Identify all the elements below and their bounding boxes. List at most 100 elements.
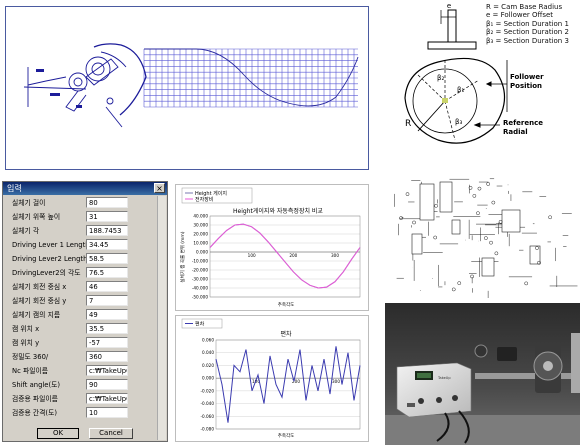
deviation-chart-svg: 편차 편차 추축각도 0.060 0.040 0.020 0.000 -0.020 -0.… [181,318,361,439]
r-label: R [405,119,411,129]
y-tick-label: 0.000 [202,376,214,381]
y-tick-label: 0.060 [202,338,214,343]
field-input[interactable]: 90 [86,379,128,390]
field-input[interactable]: 188.7453 [86,225,128,236]
x-tick-label: 300 [331,253,339,258]
follower-position-label: Follower Position [510,73,544,90]
field-input[interactable]: 58.5 [86,253,128,264]
device-photo-svg: TakeUp [385,303,580,445]
cam-legend: R = Cam Base Radius e = Follower Offset … [486,3,569,45]
ok-button[interactable]: OK [37,428,79,439]
y-tick-label: 0.000 [196,250,208,255]
chart2-xlabel: 추축각도 [278,432,295,439]
field-input[interactable]: 31 [86,211,128,222]
field-label: 정밀도 360/ [12,353,49,361]
field-input[interactable]: 46 [86,281,128,292]
field-row: 검증용 파일이름 c:₩TakeUpCam.log [3,393,163,405]
field-label: 실체기 회전 중심 x [12,283,67,291]
field-row: 실체기 회전 중심 x 46 [3,281,163,293]
cancel-button[interactable]: Cancel [89,428,133,439]
field-input[interactable]: c:₩TakeUpCam.nc [86,365,128,376]
field-input[interactable]: 10 [86,407,128,418]
field-input[interactable]: 7 [86,295,128,306]
field-row: Driving Lever2 Length 58.5 [3,253,163,265]
beta2-label: β₂ [437,74,444,82]
field-input[interactable]: 35.5 [86,323,128,334]
field-input[interactable]: 80 [86,197,128,208]
field-label: Nc 파일이름 [12,367,48,375]
field-label: 실체기 회전 중심 y [12,297,67,305]
field-row: 실체기 걸이 80 [3,197,163,209]
x-tick-label: 200 [289,253,297,258]
field-input[interactable]: c:₩TakeUpCam.log [86,393,128,404]
plot-area [215,339,361,430]
field-input[interactable]: 76.5 [86,267,128,278]
follower-stem [447,9,457,47]
legend-line-e: e = Follower Offset [486,11,554,20]
field-label: 캠 위치 x [12,325,40,333]
field-label: Driving Lever 1 Length [12,241,90,249]
field-label: Driving Lever2 Length [12,255,88,263]
beta1-label: β₁ [457,86,464,94]
dialog-titlebar[interactable]: 입력 × [3,182,167,195]
field-label: 실체기 걸이 [12,199,46,207]
field-label: 검증용 파일이름 [12,395,58,403]
deviation-chart: 편차 편차 추축각도 0.060 0.040 0.020 0.000 -0.020 -0.… [175,315,369,442]
cad-cam-profile-curve [144,48,359,107]
reference-radial-label: Reference Radial [503,119,544,136]
device-photo: TakeUp [385,303,580,445]
y-tick-label: -0.040 [201,401,215,406]
field-input[interactable]: 34.45 [86,239,128,250]
cad-grid [143,48,358,108]
field-input[interactable]: 49 [86,309,128,320]
series-line [215,346,361,423]
legend-line-beta2: β₂ = Section Duration 2 [486,28,569,37]
y-tick-label: -0.060 [201,414,215,419]
field-row: 실체기 캠의 지름 49 [3,309,163,321]
chart1-legend-series1: Height 게이지 [195,190,227,197]
field-label: 실체기 각 [12,227,40,235]
y-tick-label: -30.000 [192,277,208,282]
field-row: 정밀도 360/360 [3,351,163,363]
chart1-legend-series2: 전자장비 [195,196,213,203]
circuit-schematic [382,170,580,308]
dialog-scrollbar[interactable] [157,196,166,440]
controller-box [396,362,472,418]
y-tick-label: 20.000 [193,232,208,237]
chart1-ylabel: 실체기 캠 곡률 변위 (mm) [179,231,186,282]
y-tick-label: -10.000 [192,259,208,264]
dialog-title: 입력 [7,184,22,193]
comparison-chart: Height게이지와 자동측정장치 비교 Height 게이지 전자장비 실체기… [175,184,369,311]
chart1-title: Height게이지와 자동측정장치 비교 [233,207,323,215]
chart2-legend: 편차 [181,318,223,329]
y-tick-label: 10.000 [193,241,208,246]
field-row: 검증용 간격(도) 10 [3,407,163,419]
cam-diagram: e R β₁ β₂ β₃ R = Cam Base Radius e = Fol… [383,0,580,162]
cam-outline [404,57,506,144]
field-row: Nc 파일이름 c:₩TakeUpCam.nc [3,365,163,377]
y-tick-label: -0.020 [201,388,215,393]
chart2-legend-series1: 편차 [195,321,205,328]
cad-mechanism [23,43,147,128]
field-label: 실체기 캠의 지름 [12,311,61,319]
legend-line-beta1: β₁ = Section Duration 1 [486,19,569,28]
field-input[interactable]: -57 [86,337,128,348]
dim-e-label: e [447,2,451,10]
field-label: 실체기 위쪽 높이 [12,213,61,221]
comparison-chart-svg: Height게이지와 자동측정장치 비교 Height 게이지 전자장비 실체기… [179,187,361,308]
field-label: Shift angle(도) [12,381,61,389]
beta3-label: β₃ [455,118,462,126]
field-row: DrivingLever2의 각도 76.5 [3,267,163,279]
field-row: Driving Lever 1 Length 34.45 [3,239,163,251]
y-tick-label: 30.000 [193,223,208,228]
dialog-close-button[interactable]: × [154,183,165,193]
y-tick-label: -0.080 [201,427,215,432]
y-tick-label: -50.000 [192,295,208,300]
chart1-xlabel: 추축각도 [278,301,295,308]
y-tick-label: 40.000 [193,214,208,219]
legend-line-r: R = Cam Base Radius [486,3,563,11]
field-input[interactable]: 360 [86,351,128,362]
field-row: 실체기 각 188.7453 [3,225,163,237]
field-row: 캠 위치 x 35.5 [3,323,163,335]
field-label: 캠 위치 y [12,339,40,347]
